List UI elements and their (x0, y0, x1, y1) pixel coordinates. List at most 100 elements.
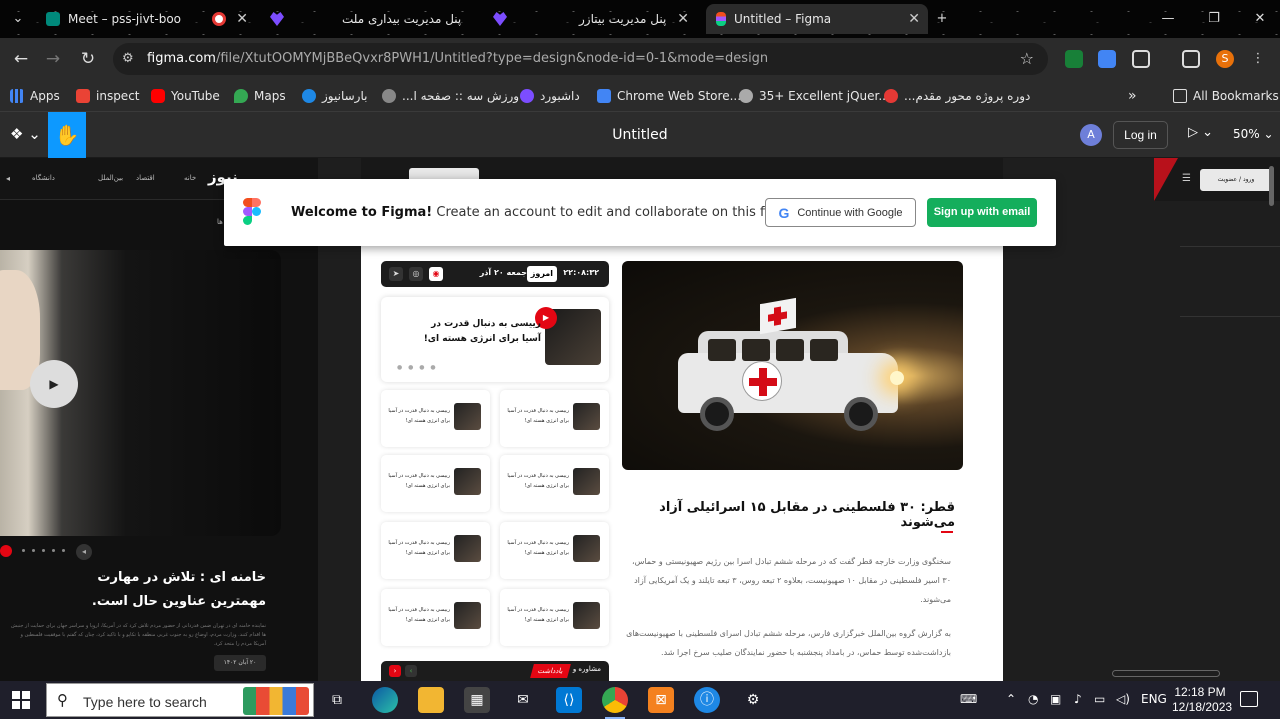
telegram-icon: ➤ (389, 267, 403, 281)
bookmark-apps[interactable]: Apps (10, 87, 60, 105)
red-cross-flag-icon (760, 297, 796, 335)
bookmark-dashboard[interactable]: داشبورد (520, 87, 580, 105)
hand-tool-icon[interactable]: ✋ (48, 112, 86, 158)
app-icon[interactable]: ⓘ (694, 687, 720, 713)
hero-body: نماینده خامنه ای در تهران ضمن قدردانی از… (10, 623, 266, 647)
extensions-puzzle-icon[interactable] (1132, 50, 1150, 68)
vscode-icon[interactable]: ⟨⟩ (556, 687, 582, 713)
close-icon[interactable]: ✕ (908, 11, 920, 27)
bookmark-jquery[interactable]: 35+ Excellent jQuer... (739, 87, 890, 105)
reload-icon[interactable]: ↻ (77, 48, 99, 70)
recording-icon (212, 12, 226, 26)
bookmark-varzesh3[interactable]: ورزش سه :: صفحه ا... (382, 87, 519, 105)
translate-extension-icon[interactable] (1098, 50, 1116, 68)
all-bookmarks[interactable]: All Bookmarks (1173, 87, 1279, 105)
more-menu-icon[interactable]: ⋮ (1248, 49, 1268, 69)
network-icon[interactable]: ◔ (1028, 692, 1038, 706)
figma-icon (716, 12, 726, 26)
notification-icon[interactable] (1240, 691, 1258, 707)
volume-icon[interactable]: ◁) (1116, 692, 1130, 706)
menu-icon: ◂ (6, 174, 11, 183)
taskbar-search-input[interactable]: ⚲ Type here to search (46, 683, 314, 717)
aparat-icon: ◉ (429, 267, 443, 281)
tab-recording[interactable]: ✕ (204, 4, 256, 34)
language-indicator[interactable]: ENG (1141, 692, 1167, 706)
tab-bitazer-panel[interactable]: پنل مدیریت بیتازر ✕ (485, 4, 697, 34)
vertical-scrollbar[interactable] (1269, 166, 1274, 206)
microsoft-store-icon[interactable]: ▦ (464, 687, 490, 713)
bookmark-youtube[interactable]: YouTube (151, 87, 220, 105)
tab-search-chevron-icon[interactable]: ⌄ (8, 9, 28, 29)
profile-avatar[interactable]: S (1216, 50, 1234, 68)
chrome-icon[interactable] (602, 687, 628, 719)
carousel-dots: ● ● ● ● (397, 364, 438, 371)
tab-title: پنل مدیریت بیتازر (579, 12, 667, 26)
extension-icon[interactable] (1065, 50, 1083, 68)
horizontal-scrollbar[interactable] (1112, 670, 1220, 677)
bookmark-chrome-web-store[interactable]: Chrome Web Store... (597, 87, 741, 105)
login-button[interactable]: Log in (1113, 121, 1168, 149)
section-tag-secondary: مشاوره و (572, 665, 601, 673)
list-item: رییسی به دنبال قدرت در آسیا برای انرژی ه… (381, 390, 490, 447)
tab-figma[interactable]: Untitled – Figma ✕ (706, 4, 928, 34)
carousel-prev-icon (0, 545, 12, 557)
date-bar: ➤ ◎ ◉ جمعه ۲۰ آذر امروز ۲۲:۰۸:۳۲ (381, 261, 609, 287)
bookmark-barsanews[interactable]: بارسانیوز (302, 87, 367, 105)
windows-start-icon[interactable] (12, 691, 30, 709)
list-item: رییسی به دنبال قدرت در آسیا برای انرژی ه… (500, 522, 609, 579)
settings-gear-icon[interactable]: ⚙ (740, 687, 766, 713)
clock: ۲۲:۰۸:۳۲ (563, 268, 599, 277)
present-play-icon[interactable]: ▷ ⌄ (1188, 125, 1213, 140)
sign-up-email-button[interactable]: Sign up with email (927, 198, 1037, 227)
welcome-banner: Welcome to Figma! Create an account to e… (224, 179, 1056, 246)
close-window-icon[interactable]: ✕ (1250, 9, 1270, 29)
battery-icon[interactable]: ▭ (1094, 692, 1105, 706)
figma-main-menu-icon[interactable]: ❖ ⌄ (10, 125, 41, 143)
close-icon[interactable]: ✕ (236, 11, 248, 27)
address-bar[interactable]: ⚙ figma.com/file/XtutOOMYMjBBeQvxr8PWH1/… (113, 43, 1048, 75)
bookmark-maps[interactable]: Maps (234, 87, 286, 105)
edge-icon[interactable] (372, 687, 398, 713)
site-icon (382, 89, 396, 103)
news-thumbnail (454, 602, 481, 629)
restore-icon[interactable]: ❐ (1204, 9, 1224, 29)
main-news-photo (622, 261, 963, 470)
continue-with-google-button[interactable]: G Continue with Google (765, 198, 916, 227)
bookmark-course[interactable]: دوره پروژه محور مقدم... (884, 87, 1030, 105)
title-accent-line (941, 531, 953, 533)
tab-bidari-panel[interactable]: پنل مدیریت بیداری ملت (262, 4, 462, 34)
file-explorer-icon[interactable] (418, 687, 444, 713)
tab-title: Meet – pss-jivt-boo (68, 12, 182, 26)
back-arrow-icon[interactable]: ← (10, 48, 32, 70)
folder-icon (1173, 89, 1187, 103)
task-view-icon[interactable]: ⧉ (324, 687, 350, 713)
design-frame-right[interactable]: ☰ ورود / عضویت (1154, 158, 1280, 201)
zoom-level[interactable]: 50% ⌄ (1233, 127, 1274, 141)
minimize-icon[interactable]: — (1158, 9, 1178, 29)
more-bookmarks-chevron-icon[interactable]: » (1128, 87, 1137, 105)
news-thumbnail (454, 403, 481, 430)
url-text[interactable]: figma.com/file/XtutOOMYMjBBeQvxr8PWH1/Un… (147, 51, 768, 66)
news-thumbnail (573, 535, 600, 562)
bookmark-star-icon[interactable]: ☆ (1020, 49, 1034, 68)
welcome-message: Welcome to Figma! Create an account to e… (291, 205, 784, 220)
tab-meet[interactable]: Meet – pss-jivt-boo (38, 4, 230, 34)
meet-tray-icon[interactable]: ▣ (1050, 692, 1061, 706)
grid-icon (10, 89, 24, 103)
taskbar-clock[interactable]: 12:18 PM 12/18/2023 (1172, 685, 1232, 715)
xampp-icon[interactable]: ⊠ (648, 687, 674, 713)
mail-icon[interactable]: ✉ (510, 687, 536, 713)
microphone-icon[interactable]: ♪ (1074, 692, 1082, 706)
feature-news-card: ▶ رییسی به دنبال قدرت در آسیا برای انرژی… (381, 297, 609, 382)
avatar[interactable]: A (1080, 124, 1102, 146)
tray-chevron-up-icon[interactable]: ⌃ (1006, 692, 1016, 706)
keyboard-icon[interactable]: ⌨ (960, 692, 977, 706)
site-settings-icon[interactable]: ⚙ (122, 51, 134, 66)
new-tab-button[interactable]: + (932, 9, 952, 29)
side-panel-icon[interactable] (1182, 50, 1200, 68)
bookmark-inspect[interactable]: inspect (76, 87, 140, 105)
divider (1180, 316, 1280, 317)
forward-arrow-icon[interactable]: → (42, 48, 64, 70)
instagram-icon: ◎ (409, 267, 423, 281)
close-icon[interactable]: ✕ (677, 11, 689, 27)
